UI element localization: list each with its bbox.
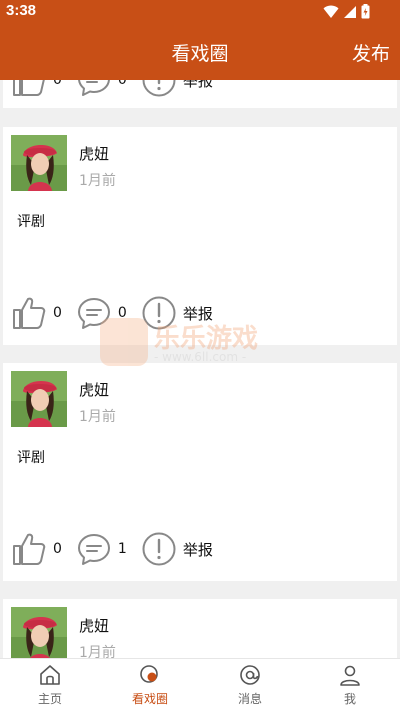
post-card: 虎妞 1月前 评剧 0 0 举报	[3, 127, 397, 345]
report-label: 举报	[182, 540, 213, 559]
post-actions: 0 1 举报	[11, 531, 227, 567]
nav-label-messages: 消息	[237, 692, 262, 706]
comment-icon	[77, 80, 110, 96]
comment-button[interactable]: 0	[76, 80, 127, 98]
report-button[interactable]: 举报	[141, 295, 213, 331]
exclamation-icon	[142, 296, 176, 330]
post-card: 0 0 举报	[3, 80, 397, 108]
nav-item-messages[interactable]: 消息	[200, 659, 300, 710]
person-icon	[340, 665, 360, 686]
nav-item-home[interactable]: 主页	[0, 659, 100, 710]
post-time: 1月前	[79, 409, 116, 425]
avatar[interactable]	[11, 371, 67, 427]
wifi-icon	[323, 5, 339, 18]
app-bar: 看戏圈 发布	[0, 24, 400, 80]
post-feed[interactable]: 0 0 举报 虎妞 1月前 评剧 0 0 举报 虎妞 1月前 评剧 0 1 举报…	[0, 80, 400, 658]
post-content: 评剧	[17, 450, 45, 466]
nav-item-me[interactable]: 我	[300, 659, 400, 710]
nav-label-me: 我	[343, 692, 356, 706]
avatar[interactable]	[11, 607, 67, 658]
battery-icon	[361, 4, 370, 19]
status-bar: 3:38	[0, 0, 400, 24]
status-icons	[323, 4, 370, 19]
drama-circle-icon	[140, 665, 158, 683]
nav-label-home: 主页	[37, 692, 62, 706]
like-button[interactable]: 0	[11, 80, 62, 98]
publish-button[interactable]: 发布	[352, 39, 390, 66]
like-count: 0	[53, 80, 62, 88]
comment-count: 1	[117, 541, 127, 557]
like-count: 0	[53, 541, 62, 557]
post-card: 虎妞 1月前 评剧 0 1 举报	[3, 363, 397, 581]
like-button[interactable]: 0	[11, 295, 62, 331]
status-time: 3:38	[6, 2, 37, 19]
page-title: 看戏圈	[171, 43, 229, 65]
nav-item-drama-circle[interactable]: 看戏圈	[100, 659, 200, 710]
post-card: 虎妞 1月前	[3, 599, 397, 658]
comment-button[interactable]: 0	[76, 295, 127, 331]
like-button[interactable]: 0	[11, 531, 62, 567]
comment-button[interactable]: 1	[76, 531, 127, 567]
home-icon	[40, 665, 60, 685]
nav-label-drama-circle: 看戏圈	[131, 692, 168, 706]
report-button[interactable]: 举报	[141, 531, 213, 567]
bottom-nav: 主页 看戏圈 消息 我	[0, 658, 400, 710]
report-label: 举报	[182, 304, 213, 323]
at-icon	[240, 665, 260, 685]
signal-icon	[344, 5, 356, 18]
post-time: 1月前	[79, 173, 116, 189]
like-count: 0	[53, 305, 62, 321]
thumbs-up-icon	[13, 80, 45, 96]
avatar[interactable]	[11, 135, 67, 191]
post-time: 1月前	[79, 645, 116, 658]
username: 虎妞	[79, 617, 110, 635]
thumbs-up-icon	[13, 533, 46, 565]
post-actions: 0 0 举报	[11, 80, 227, 98]
comment-icon	[77, 298, 110, 329]
username: 虎妞	[79, 381, 110, 399]
comment-count: 0	[117, 80, 127, 88]
post-actions: 0 0 举报	[11, 295, 227, 331]
report-label: 举报	[182, 80, 213, 90]
username: 虎妞	[79, 145, 110, 163]
exclamation-icon	[142, 80, 176, 97]
exclamation-icon	[142, 532, 176, 566]
post-content: 评剧	[17, 214, 45, 230]
report-button[interactable]: 举报	[141, 80, 213, 98]
comment-count: 0	[117, 305, 127, 321]
comment-icon	[77, 534, 110, 565]
thumbs-up-icon	[13, 297, 46, 329]
